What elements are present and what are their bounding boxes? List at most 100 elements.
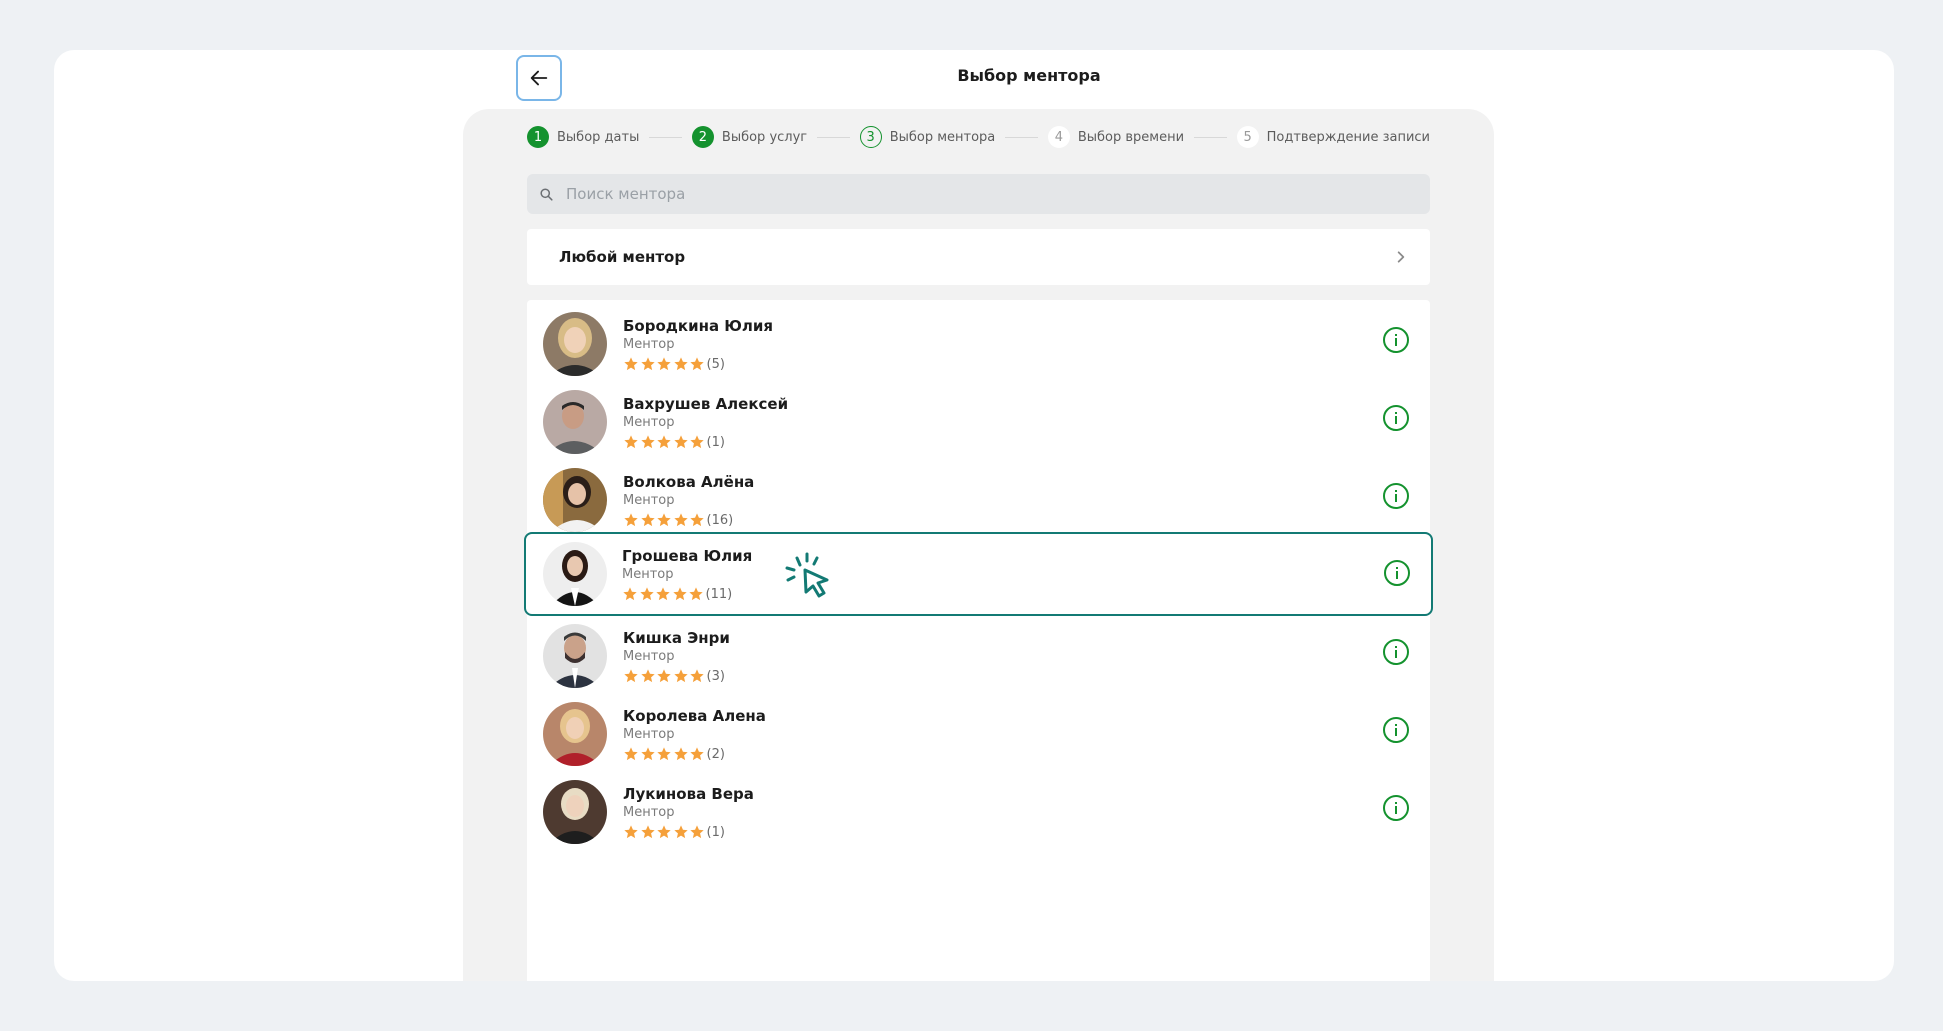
step-number: 3 <box>859 126 882 148</box>
star-icon <box>657 669 671 683</box>
star-icon <box>639 587 654 601</box>
star-icon <box>690 669 704 683</box>
rating-count: (1) <box>706 434 725 450</box>
mentor-role: Ментор <box>622 567 674 582</box>
step-divider <box>1194 136 1227 138</box>
rating: (16) <box>623 512 733 528</box>
any-mentor-option[interactable]: Любой ментор <box>527 229 1430 285</box>
star-icon <box>624 435 638 449</box>
rating: (2) <box>623 746 725 762</box>
avatar <box>543 542 607 606</box>
mentor-name: Лукинова Вера <box>623 785 754 803</box>
rating: (3) <box>623 668 725 684</box>
star-icon <box>673 513 688 527</box>
mentor-name: Вахрушев Алексей <box>623 395 789 413</box>
step-services[interactable]: 2 Выбор услуг <box>691 126 808 148</box>
info-icon[interactable] <box>1382 794 1410 822</box>
rating: (1) <box>623 824 725 840</box>
mentor-role: Ментор <box>623 805 675 820</box>
rating: (1) <box>623 434 725 450</box>
star-icon <box>624 825 638 839</box>
star-icon <box>656 587 670 601</box>
star-icon <box>657 825 671 839</box>
stepper: 1 Выбор даты 2 Выбор услуг 3 Выбор менто… <box>527 124 1430 150</box>
avatar <box>543 390 607 454</box>
mentor-row-selected[interactable]: Грошева Юлия Ментор (11) <box>524 532 1433 616</box>
info-icon[interactable] <box>1382 482 1410 510</box>
star-icon <box>657 513 671 527</box>
avatar <box>543 702 607 766</box>
info-icon[interactable] <box>1382 326 1410 354</box>
rating: (5) <box>623 356 725 372</box>
mentor-row[interactable]: Вахрушев Алексей Ментор (1) <box>527 378 1430 458</box>
mentor-row[interactable]: Кишка Энри Ментор (3) <box>527 612 1430 692</box>
info-icon[interactable] <box>1383 559 1411 587</box>
star-icon <box>690 825 704 839</box>
star-icon <box>657 435 671 449</box>
info-icon[interactable] <box>1382 404 1410 432</box>
mentor-role: Ментор <box>623 337 675 352</box>
star-icon <box>624 669 638 683</box>
step-divider <box>649 136 682 138</box>
star-icon <box>657 747 671 761</box>
star-icon <box>673 825 688 839</box>
avatar <box>543 780 607 844</box>
step-number: 2 <box>691 126 714 148</box>
star-icon <box>640 669 655 683</box>
star-icon <box>690 357 704 371</box>
mentor-name: Королева Алена <box>623 707 766 725</box>
star-icon <box>640 747 655 761</box>
mentor-row[interactable]: Бородкина Юлия Ментор (5) <box>527 300 1430 380</box>
step-mentor[interactable]: 3 Выбор ментора <box>859 126 996 148</box>
rating: (11) <box>622 586 732 602</box>
mentor-row[interactable]: Лукинова Вера Ментор (1) <box>527 768 1430 848</box>
step-label: Выбор ментора <box>889 129 996 145</box>
star-icon <box>690 435 704 449</box>
mentor-row[interactable]: Королева Алена Ментор (2) <box>527 690 1430 770</box>
step-date[interactable]: 1 Выбор даты <box>527 126 639 148</box>
step-label: Выбор даты <box>557 129 640 145</box>
mentor-name: Бородкина Юлия <box>623 317 774 335</box>
back-button[interactable] <box>516 55 562 101</box>
star-icon <box>624 357 638 371</box>
step-number: 1 <box>527 126 549 148</box>
star-icon <box>673 747 688 761</box>
star-icon <box>657 357 671 371</box>
arrow-left-icon <box>530 70 548 86</box>
info-icon[interactable] <box>1382 638 1410 666</box>
search-input[interactable] <box>564 184 1408 204</box>
search-bar <box>527 174 1430 214</box>
booking-panel: 1 Выбор даты 2 Выбор услуг 3 Выбор менто… <box>463 109 1494 981</box>
star-icon <box>673 357 688 371</box>
page-title: Выбор ментора <box>957 66 1101 85</box>
star-icon <box>640 435 655 449</box>
mentor-row[interactable]: Волкова Алёна Ментор (16) <box>527 456 1430 536</box>
mentor-name: Кишка Энри <box>623 629 730 647</box>
star-icon <box>640 357 655 371</box>
mentor-role: Ментор <box>623 493 675 508</box>
mentor-role: Ментор <box>623 415 675 430</box>
star-icon <box>640 825 655 839</box>
step-divider <box>1005 136 1038 138</box>
star-icon <box>624 513 638 527</box>
star-icon <box>673 669 688 683</box>
main-card: Выбор ментора 1 Выбор даты 2 Выбор услуг… <box>54 50 1894 981</box>
rating-count: (16) <box>706 512 734 528</box>
info-icon[interactable] <box>1382 716 1410 744</box>
search-icon <box>540 187 553 201</box>
star-icon <box>690 747 704 761</box>
step-label: Выбор услуг <box>721 129 808 145</box>
mentor-role: Ментор <box>623 727 675 742</box>
mentor-role: Ментор <box>623 649 675 664</box>
star-icon <box>672 587 687 601</box>
any-mentor-label: Любой ментор <box>559 248 686 266</box>
star-icon <box>690 513 704 527</box>
mentor-list: Бородкина Юлия Ментор (5) Вахрушев Алекс… <box>524 300 1433 981</box>
mentor-name: Волкова Алёна <box>623 473 755 491</box>
star-icon <box>673 435 688 449</box>
avatar <box>543 624 607 688</box>
rating-count: (1) <box>706 824 725 840</box>
chevron-right-icon <box>1397 251 1405 263</box>
step-time: 4 Выбор времени <box>1047 126 1184 148</box>
avatar <box>543 312 607 376</box>
